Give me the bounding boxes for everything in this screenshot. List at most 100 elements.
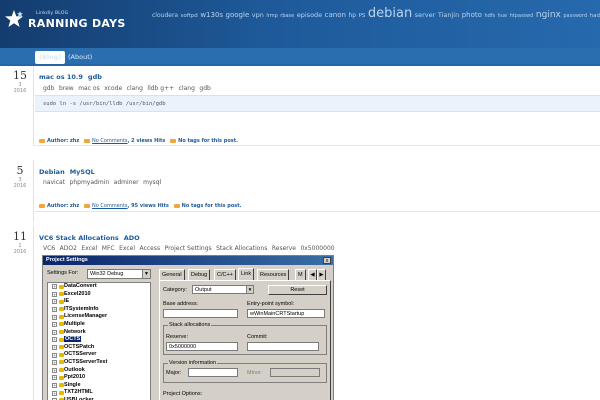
keyword: brew <box>58 85 74 92</box>
tag-cloud-item[interactable]: google <box>226 5 250 25</box>
post-title-part[interactable]: mac os 10.9 <box>39 73 83 81</box>
tag-cloud-item[interactable]: server <box>415 5 436 25</box>
comments-link[interactable]: No Comments <box>92 203 128 209</box>
comments-link[interactable]: No Comments <box>92 138 128 144</box>
tree-item-label: Multiple <box>64 320 85 327</box>
tag-cloud-item[interactable]: lrmp <box>266 6 277 26</box>
project-options-label: Project Options: <box>163 391 203 397</box>
keyword: clang <box>126 85 143 92</box>
tag-cloud-item[interactable]: Tianjin <box>438 5 459 25</box>
folder-icon <box>59 390 64 395</box>
tree-item-label: OCTSServer <box>64 351 97 358</box>
post-divider <box>33 160 34 222</box>
tag-cloud-item[interactable]: hadoop <box>590 6 600 26</box>
tab-scroll-left-icon: ◀ <box>308 269 317 280</box>
tab-about[interactable]: (About) <box>64 51 96 64</box>
tag-cloud-item[interactable]: debian <box>368 4 412 24</box>
expand-icon: + <box>52 299 57 305</box>
settings-for-value: Win32 Debug <box>90 271 124 277</box>
tree-item-label: IE <box>64 298 70 305</box>
post-day: 5 <box>16 164 24 177</box>
tag-cloud-item[interactable]: PS <box>359 6 366 26</box>
expand-icon: + <box>52 307 57 313</box>
tag-cloud-item[interactable]: nginx <box>536 5 561 25</box>
tab-link: Link <box>238 268 255 280</box>
tag-cloud-item[interactable]: rbase <box>280 6 294 26</box>
tag-cloud-item[interactable]: cloudera <box>152 6 178 26</box>
base-address-field <box>163 309 238 318</box>
expand-icon: + <box>52 314 57 320</box>
star-logo-icon[interactable] <box>4 9 24 29</box>
expand-icon: + <box>52 390 57 396</box>
tree-item-label: Excel2010 <box>64 290 91 297</box>
tab-c-cpp: C/C++ <box>214 269 236 280</box>
post-title-part[interactable]: VC6 Stack Allocations <box>39 234 119 242</box>
folder-icon <box>59 360 64 365</box>
folder-icon <box>59 284 64 289</box>
tree-item-label: LicenseManager <box>64 313 108 320</box>
keyword: Excel <box>119 245 136 252</box>
folder-icon <box>59 375 64 380</box>
keyword: Reserve <box>271 245 296 252</box>
site-header: Linkdly BLOG RANNING DAYS cloudera softpd… <box>0 0 600 48</box>
tag-cloud-item[interactable]: softpd <box>181 6 198 26</box>
tag-cloud-item[interactable]: episode <box>297 5 322 25</box>
post-title-part[interactable]: Debian <box>39 168 65 176</box>
reserve-field: 0x5000000 <box>166 342 238 351</box>
keyword: gdb <box>43 85 55 92</box>
site-title[interactable]: RANNING DAYS <box>28 17 126 30</box>
no-tags-text: No tags for this post. <box>178 138 239 144</box>
tag-cloud: cloudera softpd w130s google vpn lrmp rbase epi… <box>152 2 600 30</box>
tag-cloud-item[interactable]: canon <box>325 5 346 25</box>
tag-icon <box>173 203 180 208</box>
expand-icon: + <box>52 284 57 290</box>
tree-item-label: Single <box>64 381 81 388</box>
tag-cloud-item[interactable]: hp <box>348 6 356 26</box>
post-title-part[interactable]: gdb <box>88 73 102 81</box>
author-icon <box>39 203 45 208</box>
tree-item: + OCTSServerTest <box>48 359 150 367</box>
post-title[interactable]: Debian MySQL <box>39 168 100 176</box>
post-title[interactable]: mac os 10.9 gdb <box>39 73 107 81</box>
keyword: clang <box>178 85 195 92</box>
author-label: Author: <box>47 138 69 144</box>
post-title[interactable]: VC6 Stack Allocations ADO <box>39 234 145 242</box>
tree-item: + DataConvert <box>48 283 150 291</box>
tree-item: + OCTSServer <box>48 351 150 359</box>
logo-subtitle: Linkdly BLOG <box>36 11 69 16</box>
post-day: 15 <box>13 69 27 82</box>
folder-icon <box>59 314 64 319</box>
tag-cloud-item[interactable]: password <box>563 6 587 26</box>
views-count: , 2 views Hits <box>127 138 166 144</box>
keyword: navicat <box>43 179 66 186</box>
folder-icon <box>59 322 64 327</box>
author-label: Author: <box>47 203 69 209</box>
base-address-label: Base address: <box>163 301 199 307</box>
folder-icon <box>59 307 64 312</box>
post-title-part[interactable]: MySQL <box>70 168 95 176</box>
stack-allocations-label: Stack allocations <box>168 322 212 328</box>
tag-cloud-item[interactable]: photo <box>462 5 482 25</box>
tag-cloud-item[interactable]: vpn <box>252 5 264 25</box>
post-title-part[interactable]: ADO <box>124 234 140 242</box>
entry-point-field: wWinMainCRTStartup <box>247 309 325 318</box>
blog-page: Linkdly BLOG RANNING DAYS cloudera softpd… <box>0 0 600 400</box>
tag-icon <box>170 138 177 143</box>
tab-blog[interactable]: (Blog) <box>35 51 66 64</box>
major-field <box>188 368 238 377</box>
settings-for-select: Win32 Debug ▼ <box>87 269 151 279</box>
chevron-down-icon: ▼ <box>246 286 253 293</box>
tag-cloud-item[interactable]: hdfs <box>484 6 495 26</box>
post-year: 2016 <box>13 183 27 189</box>
keyword: adminer <box>113 179 139 186</box>
post-year: 2016 <box>13 249 27 255</box>
tag-cloud-item[interactable]: w130s <box>200 5 223 25</box>
tag-cloud-item[interactable]: htpasswd <box>510 6 534 26</box>
tab-debug: Debug <box>188 269 211 280</box>
code-block: sudo ln -s /usr/bin/lldb /usr/bin/gdb <box>35 95 600 112</box>
category-select: Output ▼ <box>192 285 254 294</box>
tag-cloud-item[interactable]: hue <box>498 6 507 26</box>
tab-general: General <box>159 269 185 280</box>
tree-item: + Multiple <box>48 321 150 329</box>
keyword: VC6 <box>43 245 56 252</box>
